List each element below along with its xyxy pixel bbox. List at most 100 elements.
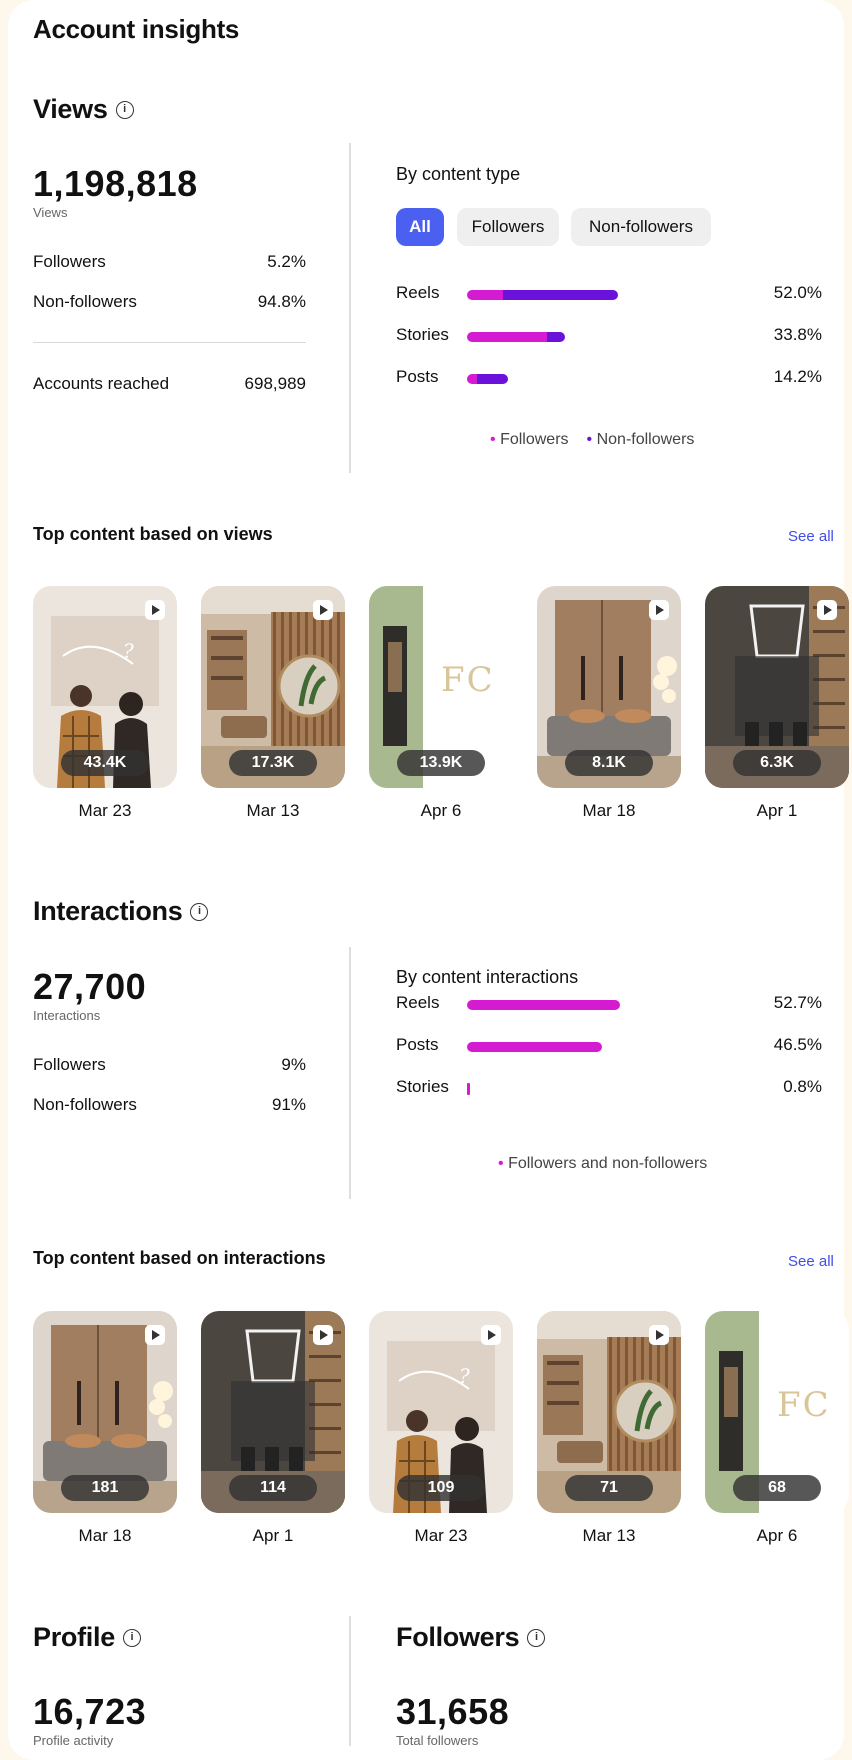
svg-text:?: ? bbox=[123, 639, 134, 663]
content-date: Apr 1 bbox=[252, 1526, 294, 1545]
views-title: Views bbox=[33, 94, 108, 124]
views-bar-label: Posts bbox=[396, 367, 439, 386]
count-badge: 43.4K bbox=[61, 750, 149, 776]
content-thumbnail[interactable]: 6.3K bbox=[705, 586, 849, 788]
interactions-nonfollowers-value: 91% bbox=[271, 1095, 306, 1114]
count-badge: 68 bbox=[733, 1475, 821, 1501]
content-thumbnail[interactable]: FC 68 bbox=[705, 1311, 849, 1513]
accounts-reached-label: Accounts reached bbox=[33, 374, 170, 393]
content-date: Mar 13 bbox=[246, 801, 300, 820]
vertical-divider bbox=[349, 1616, 351, 1746]
interactions-followers-label: Followers bbox=[33, 1055, 106, 1074]
interactions-followers-value: 9% bbox=[281, 1055, 306, 1074]
interactions-total-label: Interactions bbox=[33, 1008, 101, 1023]
by-content-interactions-title: By content interactions bbox=[396, 967, 579, 987]
interactions-bar bbox=[467, 1083, 470, 1095]
views-bar bbox=[467, 332, 566, 342]
views-bar-value: 33.8% bbox=[773, 325, 822, 344]
bar-segment-followers bbox=[467, 374, 478, 384]
views-legend: • Followers • Non-followers bbox=[490, 431, 694, 449]
interactions-legend: • Followers and non-followers bbox=[498, 1155, 708, 1172]
top-interactions-title: Top content based on interactions bbox=[33, 1248, 326, 1268]
content-thumbnail[interactable]: 71 bbox=[537, 1311, 681, 1513]
filter-followers[interactable]: Followers bbox=[457, 208, 559, 246]
content-date: Mar 23 bbox=[414, 1526, 468, 1545]
count-badge: 17.3K bbox=[229, 750, 317, 776]
see-all-views-link[interactable]: See all bbox=[788, 528, 834, 545]
views-bar bbox=[467, 374, 509, 384]
interactions-bar-label: Posts bbox=[396, 1035, 439, 1054]
content-thumbnail[interactable]: 8.1K bbox=[537, 586, 681, 788]
content-date: Apr 6 bbox=[420, 801, 462, 820]
content-date: Apr 6 bbox=[756, 1526, 798, 1545]
page-title: Account insights bbox=[33, 14, 240, 44]
count-badge: 71 bbox=[565, 1475, 653, 1501]
info-icon[interactable]: i bbox=[190, 902, 209, 921]
views-bar bbox=[467, 290, 618, 300]
content-thumbnail[interactable]: ? 109 bbox=[369, 1311, 513, 1513]
filter-non-followers[interactable]: Non-followers bbox=[571, 208, 711, 246]
interactions-bar-value: 52.7% bbox=[773, 993, 822, 1012]
content-date: Mar 18 bbox=[582, 801, 636, 820]
reel-icon bbox=[145, 1325, 165, 1345]
interactions-title: Interactions bbox=[33, 896, 183, 926]
views-bar-label: Reels bbox=[396, 283, 440, 302]
bar-segment-non-followers bbox=[477, 374, 509, 384]
filter-all[interactable]: All bbox=[396, 208, 444, 246]
views-total: 1,198,818 bbox=[33, 163, 198, 204]
bar-segment-non-followers bbox=[503, 290, 618, 300]
views-followers-value: 5.2% bbox=[267, 252, 306, 271]
content-thumbnail[interactable]: 181 bbox=[33, 1311, 177, 1513]
bar-segment-followers bbox=[467, 1042, 602, 1052]
insights-card: Account insights Views i 1,198,818 Views… bbox=[8, 0, 849, 1760]
interactions-bar-label: Stories bbox=[396, 1077, 449, 1096]
interactions-bar bbox=[467, 1042, 602, 1052]
content-date: Mar 13 bbox=[582, 1526, 636, 1545]
count-badge: 13.9K bbox=[397, 750, 485, 776]
views-nonfollowers-label: Non-followers bbox=[33, 292, 137, 311]
views-bar-label: Stories bbox=[396, 325, 449, 344]
svg-text:?: ? bbox=[459, 1364, 470, 1388]
info-icon[interactable]: i bbox=[122, 1628, 141, 1647]
reel-icon bbox=[481, 1325, 501, 1345]
content-thumbnail[interactable]: ? 43.4K bbox=[33, 586, 177, 788]
count-badge: 6.3K bbox=[733, 750, 821, 776]
reel-icon bbox=[649, 600, 669, 620]
bar-segment-followers bbox=[467, 290, 504, 300]
views-bar-value: 14.2% bbox=[773, 367, 822, 386]
content-thumbnail[interactable]: 17.3K bbox=[201, 586, 345, 788]
followers-total: 31,658 bbox=[396, 1691, 510, 1732]
views-total-label: Views bbox=[33, 205, 68, 220]
interactions-nonfollowers-label: Non-followers bbox=[33, 1095, 137, 1114]
views-nonfollowers-value: 94.8% bbox=[257, 292, 306, 311]
by-content-type-title: By content type bbox=[396, 164, 521, 184]
interactions-total: 27,700 bbox=[33, 966, 147, 1007]
see-all-interactions-link[interactable]: See all bbox=[788, 1253, 834, 1270]
info-icon[interactable]: i bbox=[115, 100, 134, 119]
accounts-reached-value: 698,989 bbox=[244, 374, 306, 393]
interactions-bar-value: 46.5% bbox=[773, 1035, 822, 1054]
interactions-bar bbox=[467, 1000, 620, 1010]
reel-icon bbox=[313, 1325, 333, 1345]
followers-title: Followers bbox=[396, 1622, 520, 1652]
content-date: Mar 23 bbox=[78, 801, 132, 820]
views-heading: Views i bbox=[33, 94, 134, 125]
legend-followers: • Followers bbox=[490, 431, 569, 448]
vertical-divider bbox=[349, 947, 351, 1199]
bar-segment-followers bbox=[467, 1000, 620, 1010]
reel-icon bbox=[649, 1325, 669, 1345]
divider bbox=[33, 342, 306, 343]
bar-segment-followers bbox=[467, 1083, 470, 1095]
top-views-title: Top content based on views bbox=[33, 524, 273, 544]
followers-heading: Followers i bbox=[396, 1622, 546, 1653]
content-thumbnail[interactable]: FC 13.9K bbox=[369, 586, 513, 788]
svg-text:FC: FC bbox=[777, 1385, 831, 1425]
info-icon[interactable]: i bbox=[527, 1628, 546, 1647]
content-thumbnail[interactable]: 114 bbox=[201, 1311, 345, 1513]
count-badge: 181 bbox=[61, 1475, 149, 1501]
views-followers-label: Followers bbox=[33, 252, 106, 271]
interactions-heading: Interactions i bbox=[33, 896, 209, 927]
profile-heading: Profile i bbox=[33, 1622, 141, 1653]
vertical-divider bbox=[349, 143, 351, 473]
views-bar-value: 52.0% bbox=[773, 283, 822, 302]
